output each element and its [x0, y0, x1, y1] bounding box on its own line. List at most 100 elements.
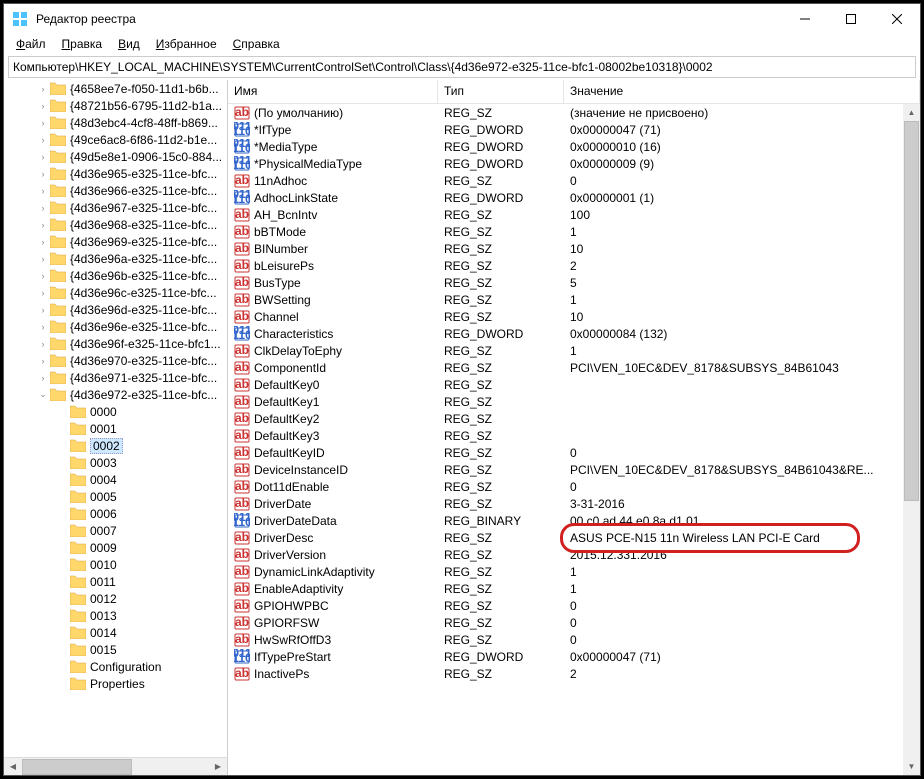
tree-item[interactable]: ›{4d36e96a-e325-11ce-bfc... — [28, 250, 227, 267]
registry-value-row[interactable]: abDefaultKeyIDREG_SZ0 — [228, 444, 920, 461]
tree-sub-item[interactable]: 0010 — [48, 556, 227, 573]
tree-sub-item[interactable]: 0004 — [48, 471, 227, 488]
registry-value-row[interactable]: abDynamicLinkAdaptivityREG_SZ1 — [228, 563, 920, 580]
registry-value-row[interactable]: abAH_BcnIntvREG_SZ100 — [228, 206, 920, 223]
expand-icon[interactable]: › — [36, 203, 50, 213]
registry-value-row[interactable]: abDot11dEnableREG_SZ0 — [228, 478, 920, 495]
tree-sub-item[interactable]: 0000 — [48, 403, 227, 420]
tree-item[interactable]: ›{49ce6ac8-6f86-11d2-b1e... — [28, 131, 227, 148]
expand-icon[interactable]: › — [36, 237, 50, 247]
scroll-thumb[interactable] — [22, 759, 132, 775]
expand-icon[interactable]: › — [36, 186, 50, 196]
registry-value-row[interactable]: abDriverDescREG_SZASUS PCE-N15 11n Wirel… — [228, 529, 920, 546]
expand-icon[interactable]: › — [36, 220, 50, 230]
registry-value-row[interactable]: abDriverDateREG_SZ3-31-2016 — [228, 495, 920, 512]
registry-value-row[interactable]: 011110*PhysicalMediaTypeREG_DWORD0x00000… — [228, 155, 920, 172]
registry-value-row[interactable]: ab(По умолчанию)REG_SZ(значение не присв… — [228, 104, 920, 121]
menu-view[interactable]: Вид — [110, 35, 148, 53]
tree-item[interactable]: ›{4d36e965-e325-11ce-bfc... — [28, 165, 227, 182]
expand-icon[interactable]: › — [36, 101, 50, 111]
expand-icon[interactable]: › — [36, 254, 50, 264]
expand-icon[interactable]: › — [36, 118, 50, 128]
tree-item[interactable]: ›{48d3ebc4-4cf8-48ff-b869... — [28, 114, 227, 131]
expand-icon[interactable]: › — [36, 322, 50, 332]
registry-value-row[interactable]: abDefaultKey2REG_SZ — [228, 410, 920, 427]
registry-value-row[interactable]: 011110*MediaTypeREG_DWORD0x00000010 (16) — [228, 138, 920, 155]
tree-item[interactable]: ›{4d36e96b-e325-11ce-bfc... — [28, 267, 227, 284]
titlebar[interactable]: Редактор реестра — [4, 4, 920, 34]
tree-item[interactable]: ›{4d36e96c-e325-11ce-bfc... — [28, 284, 227, 301]
registry-value-row[interactable]: abBusTypeREG_SZ5 — [228, 274, 920, 291]
menu-favorites[interactable]: Избранное — [148, 35, 225, 53]
registry-value-row[interactable]: abBINumberREG_SZ10 — [228, 240, 920, 257]
registry-value-row[interactable]: abDeviceInstanceIDREG_SZPCI\VEN_10EC&DEV… — [228, 461, 920, 478]
expand-icon[interactable]: ⌄ — [36, 389, 50, 400]
tree-sub-item[interactable]: 0011 — [48, 573, 227, 590]
tree-item[interactable]: ›{4d36e966-e325-11ce-bfc... — [28, 182, 227, 199]
tree-item[interactable]: ›{4658ee7e-f050-11d1-b6b... — [28, 80, 227, 97]
tree-pane[interactable]: ›{4658ee7e-f050-11d1-b6b...›{48721b56-67… — [4, 80, 228, 775]
col-header-name[interactable]: Имя — [228, 80, 438, 103]
expand-icon[interactable]: › — [36, 339, 50, 349]
expand-icon[interactable]: › — [36, 305, 50, 315]
expand-icon[interactable]: › — [36, 356, 50, 366]
registry-value-row[interactable]: abInactivePsREG_SZ2 — [228, 665, 920, 682]
registry-value-row[interactable]: ab11nAdhocREG_SZ0 — [228, 172, 920, 189]
tree-sub-item[interactable]: Properties — [48, 675, 227, 692]
tree-sub-item[interactable]: 0003 — [48, 454, 227, 471]
registry-value-row[interactable]: abClkDelayToEphyREG_SZ1 — [228, 342, 920, 359]
tree-item[interactable]: ›{4d36e968-e325-11ce-bfc... — [28, 216, 227, 233]
tree-sub-item[interactable]: 0009 — [48, 539, 227, 556]
registry-value-row[interactable]: abGPIOHWPBCREG_SZ0 — [228, 597, 920, 614]
scroll-left-icon[interactable]: ◀ — [4, 758, 22, 776]
tree-sub-item[interactable]: 0013 — [48, 607, 227, 624]
registry-value-row[interactable]: abComponentIdREG_SZPCI\VEN_10EC&DEV_8178… — [228, 359, 920, 376]
registry-value-row[interactable]: abDefaultKey3REG_SZ — [228, 427, 920, 444]
registry-value-row[interactable]: abBWSettingREG_SZ1 — [228, 291, 920, 308]
close-button[interactable] — [874, 4, 920, 34]
registry-value-row[interactable]: 011110CharacteristicsREG_DWORD0x00000084… — [228, 325, 920, 342]
tree-item[interactable]: ›{4d36e96f-e325-11ce-bfc1... — [28, 335, 227, 352]
registry-value-row[interactable]: 011110*IfTypeREG_DWORD0x00000047 (71) — [228, 121, 920, 138]
tree-item[interactable]: ›{4d36e96d-e325-11ce-bfc... — [28, 301, 227, 318]
registry-value-row[interactable]: 011110AdhocLinkStateREG_DWORD0x00000001 … — [228, 189, 920, 206]
expand-icon[interactable]: › — [36, 169, 50, 179]
scroll-thumb[interactable] — [904, 121, 919, 501]
col-header-type[interactable]: Тип — [438, 80, 564, 103]
tree-item[interactable]: ⌄{4d36e972-e325-11ce-bfc... — [28, 386, 227, 403]
minimize-button[interactable] — [782, 4, 828, 34]
scroll-right-icon[interactable]: ▶ — [209, 758, 227, 776]
list-body[interactable]: ab(По умолчанию)REG_SZ(значение не присв… — [228, 104, 920, 682]
list-vscrollbar[interactable]: ▲ ▼ — [903, 104, 920, 775]
tree-sub-item[interactable]: 0005 — [48, 488, 227, 505]
tree-item[interactable]: ›{4d36e970-e325-11ce-bfc... — [28, 352, 227, 369]
registry-value-row[interactable]: abChannelREG_SZ10 — [228, 308, 920, 325]
registry-value-row[interactable]: abGPIORFSWREG_SZ0 — [228, 614, 920, 631]
registry-value-row[interactable]: abHwSwRfOffD3REG_SZ0 — [228, 631, 920, 648]
scroll-down-icon[interactable]: ▼ — [903, 758, 920, 775]
tree-sub-item[interactable]: 0001 — [48, 420, 227, 437]
tree-item[interactable]: ›{4d36e967-e325-11ce-bfc... — [28, 199, 227, 216]
expand-icon[interactable]: › — [36, 84, 50, 94]
registry-value-row[interactable]: abEnableAdaptivityREG_SZ1 — [228, 580, 920, 597]
registry-value-row[interactable]: 011110DriverDateDataREG_BINARY00 c0 ad 4… — [228, 512, 920, 529]
expand-icon[interactable]: › — [36, 288, 50, 298]
tree-item[interactable]: ›{4d36e971-e325-11ce-bfc... — [28, 369, 227, 386]
registry-value-row[interactable]: abbBTModeREG_SZ1 — [228, 223, 920, 240]
col-header-value[interactable]: Значение — [564, 80, 920, 103]
tree-item[interactable]: ›{4d36e96e-e325-11ce-bfc... — [28, 318, 227, 335]
menu-edit[interactable]: Правка — [54, 35, 111, 53]
tree-sub-item[interactable]: 0007 — [48, 522, 227, 539]
tree-sub-item[interactable]: 0006 — [48, 505, 227, 522]
tree-sub-item[interactable]: 0014 — [48, 624, 227, 641]
tree-sub-item[interactable]: 0002 — [48, 437, 227, 454]
tree-sub-item[interactable]: 0015 — [48, 641, 227, 658]
tree-item[interactable]: ›{4d36e969-e325-11ce-bfc... — [28, 233, 227, 250]
registry-value-row[interactable]: abDefaultKey0REG_SZ — [228, 376, 920, 393]
registry-value-row[interactable]: abbLeisurePsREG_SZ2 — [228, 257, 920, 274]
tree-item[interactable]: ›{49d5e8e1-0906-15c0-884... — [28, 148, 227, 165]
scroll-up-icon[interactable]: ▲ — [903, 104, 920, 121]
menu-help[interactable]: Справка — [225, 35, 288, 53]
maximize-button[interactable] — [828, 4, 874, 34]
menu-file[interactable]: Файл — [8, 35, 54, 53]
